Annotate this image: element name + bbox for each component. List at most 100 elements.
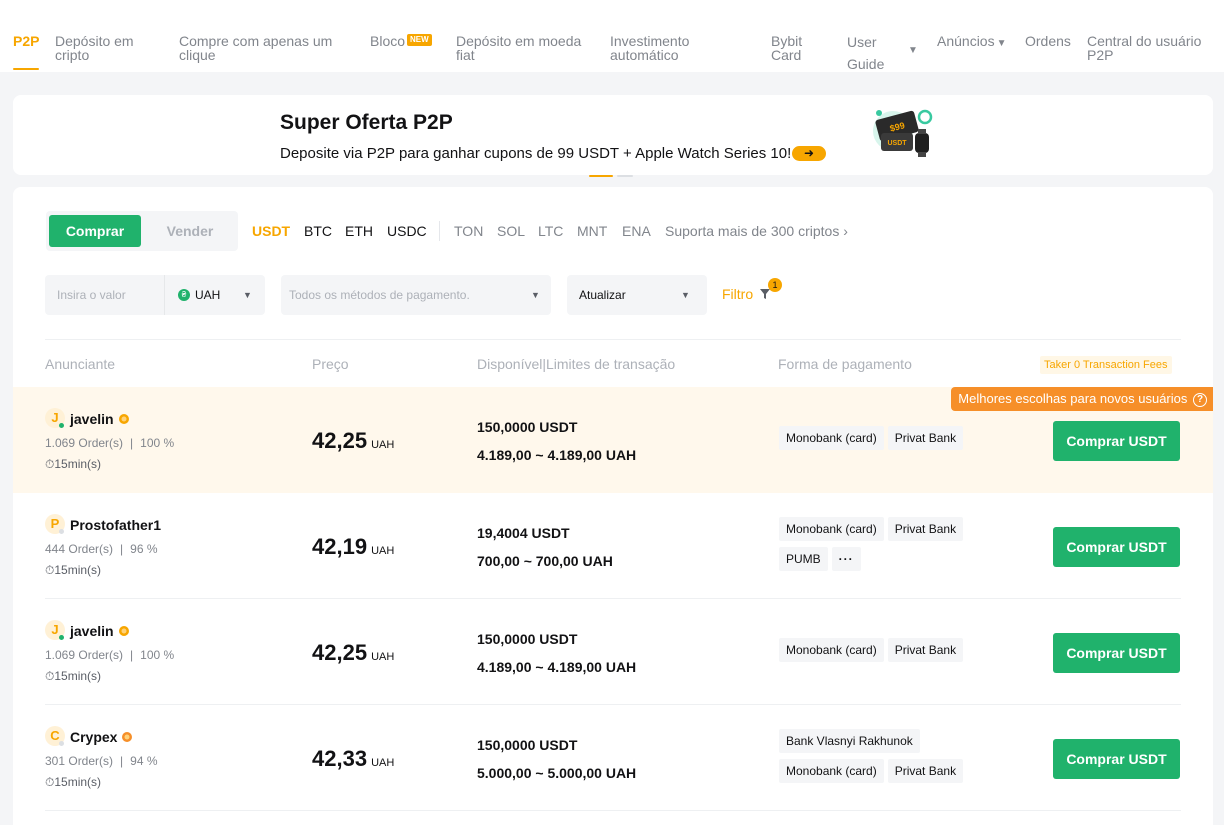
buy-sell-switch: Comprar Vender	[46, 211, 238, 251]
refresh-select-value: Atualizar	[579, 288, 626, 302]
advertiser-name-text: Prostofather1	[70, 517, 162, 533]
payment-tag: Monobank (card)	[779, 426, 884, 450]
coin-tab-btc[interactable]: BTC	[304, 224, 332, 238]
buy-tab-button[interactable]: Comprar	[49, 215, 141, 247]
nav-crypto-deposit-label: Depósito em cripto	[55, 33, 134, 63]
merchant-badge-icon	[118, 414, 129, 424]
advertiser-name[interactable]: javelin	[70, 412, 130, 426]
nav-user-guide[interactable]: User Guide	[847, 31, 897, 75]
price-currency: UAH	[371, 545, 395, 557]
nav-p2p-label: P2P	[13, 33, 40, 49]
merchant-badge-icon	[118, 626, 129, 636]
advertiser-stats: 1.069 Order(s) | 100 %	[45, 436, 175, 450]
transaction-limit: 5.000,00 ~ 5.000,00 UAH	[477, 765, 637, 781]
refresh-select[interactable]: Atualizar ▼	[567, 275, 707, 315]
timer-icon: ⏱	[45, 775, 55, 789]
nav-crypto-deposit[interactable]: Depósito em cripto	[55, 34, 155, 62]
price-value: 42,25	[312, 428, 368, 453]
advertiser-name[interactable]: Crypex	[70, 730, 133, 744]
payment-method-select[interactable]: Todos os métodos de pagamento. ▼	[281, 275, 551, 315]
nav-active-underline	[13, 68, 39, 70]
arrow-right-icon[interactable]: ➜	[792, 146, 826, 161]
advertiser-name[interactable]: javelin	[70, 624, 130, 638]
order-count: 301 Order(s)	[45, 754, 114, 768]
nav-bybit-card-label: Bybit Card	[771, 33, 803, 63]
transaction-limit: 700,00 ~ 700,00 UAH	[477, 553, 613, 569]
chevron-down-icon[interactable]: ▼	[908, 44, 918, 58]
coin-tab-ltc[interactable]: LTC	[538, 224, 563, 238]
table-row: J javelin 1.069 Order(s) | 100 % ⏱15min(s)…	[13, 599, 1213, 705]
coin-tab-ena[interactable]: ENA	[622, 224, 651, 238]
advertiser-name[interactable]: Prostofather1	[70, 518, 161, 532]
nav-orders[interactable]: Ordens	[1025, 34, 1071, 48]
price-value: 42,19	[312, 534, 368, 559]
nav-ads-label: Anúncios	[937, 33, 995, 49]
promo-banner[interactable]: Super Oferta P2P Deposite via P2P para g…	[13, 95, 1213, 177]
price: 42,19 UAH	[312, 536, 394, 562]
nav-ads[interactable]: Anúncios ▼	[937, 34, 1007, 51]
coin-tab-sol[interactable]: SOL	[497, 224, 525, 238]
price-value: 42,25	[312, 640, 368, 665]
chevron-down-icon: ▼	[681, 290, 690, 300]
offline-status-dot	[59, 741, 64, 746]
payment-time-value: 15min(s)	[54, 669, 102, 683]
payment-tag: PUMB	[779, 547, 828, 571]
nav-p2p-user-center-label: Central do usuário P2P	[1087, 33, 1202, 63]
filter-button[interactable]: Filtro	[722, 287, 771, 301]
best-choice-label: Melhores escolhas para novos usuários	[958, 391, 1188, 406]
nav-fiat-deposit[interactable]: Depósito em moeda fiat	[456, 34, 591, 62]
nav-p2p-user-center[interactable]: Central do usuário P2P	[1087, 34, 1212, 62]
banner-dot[interactable]	[617, 175, 633, 177]
fiat-currency-select[interactable]: ₴ UAH ▼	[164, 275, 265, 315]
nav-bybit-card[interactable]: Bybit Card	[771, 34, 821, 62]
banner-dot-active[interactable]	[589, 175, 613, 177]
nav-block-label: Bloco	[370, 33, 406, 49]
nav-block[interactable]: Bloco NEW	[370, 34, 432, 48]
coin-tab-mnt[interactable]: MNT	[577, 224, 607, 238]
coin-tab-usdc[interactable]: USDC	[387, 224, 427, 238]
more-coins-link[interactable]: Suporta mais de 300 criptos ›	[665, 224, 848, 238]
chevron-down-icon: ▼	[531, 290, 540, 300]
buy-usdt-button[interactable]: Comprar USDT	[1053, 739, 1180, 779]
payment-time: ⏱15min(s)	[45, 564, 101, 576]
payment-tag: Privat Bank	[887, 759, 964, 783]
coin-tab-ton[interactable]: TON	[454, 224, 483, 238]
payment-time-value: 15min(s)	[54, 457, 102, 471]
buy-usdt-button[interactable]: Comprar USDT	[1053, 527, 1180, 567]
nav-one-click-buy[interactable]: Compre com apenas um clique	[179, 34, 349, 62]
top-navigation: P2P Depósito em cripto Compre com apenas…	[0, 0, 1224, 72]
timer-icon: ⏱	[45, 669, 55, 683]
transaction-limit: 4.189,00 ~ 4.189,00 UAH	[477, 447, 637, 463]
nav-auto-invest-label: Investimento automático	[610, 33, 690, 63]
table-row: P Prostofather1 444 Order(s) | 96 % ⏱15min…	[13, 493, 1213, 599]
price-currency: UAH	[371, 651, 395, 663]
nav-auto-invest[interactable]: Investimento automático	[610, 34, 720, 62]
available-amount: 150,0000 USDT	[477, 737, 578, 753]
completion-rate: 100 %	[140, 436, 175, 450]
coin-tab-eth[interactable]: ETH	[345, 224, 373, 238]
sell-tab-button[interactable]: Vender	[149, 215, 231, 247]
fiat-currency-value: UAH	[195, 288, 221, 302]
section-divider	[45, 339, 1181, 340]
more-options-icon[interactable]: ···	[831, 547, 861, 571]
p2p-panel: Comprar Vender USDT BTC ETH USDC TON SOL…	[13, 187, 1213, 825]
nav-p2p[interactable]: P2P	[13, 34, 39, 48]
payment-method-placeholder: Todos os métodos de pagamento.	[289, 288, 470, 302]
price: 42,25 UAH	[312, 642, 394, 668]
row-divider	[45, 810, 1181, 811]
advertiser-stats: 1.069 Order(s) | 100 %	[45, 648, 175, 662]
coin-tab-usdt[interactable]: USDT	[252, 224, 290, 238]
order-count: 444 Order(s)	[45, 542, 114, 556]
banner-pagination	[589, 164, 637, 182]
price-currency: UAH	[371, 757, 395, 769]
amount-input[interactable]	[45, 275, 163, 315]
available-amount: 150,0000 USDT	[477, 631, 578, 647]
table-row: C Crypex 301 Order(s) | 94 % ⏱15min(s) 42,…	[13, 705, 1213, 811]
buy-usdt-button[interactable]: Comprar USDT	[1053, 421, 1180, 461]
help-icon: ?	[1193, 393, 1207, 407]
completion-rate: 96 %	[130, 542, 158, 556]
buy-usdt-button[interactable]: Comprar USDT	[1053, 633, 1180, 673]
best-choice-tag[interactable]: Melhores escolhas para novos usuários ?	[951, 387, 1213, 411]
payment-methods: Monobank (card) Privat Bank	[779, 638, 1009, 668]
price-value: 42,33	[312, 746, 368, 771]
